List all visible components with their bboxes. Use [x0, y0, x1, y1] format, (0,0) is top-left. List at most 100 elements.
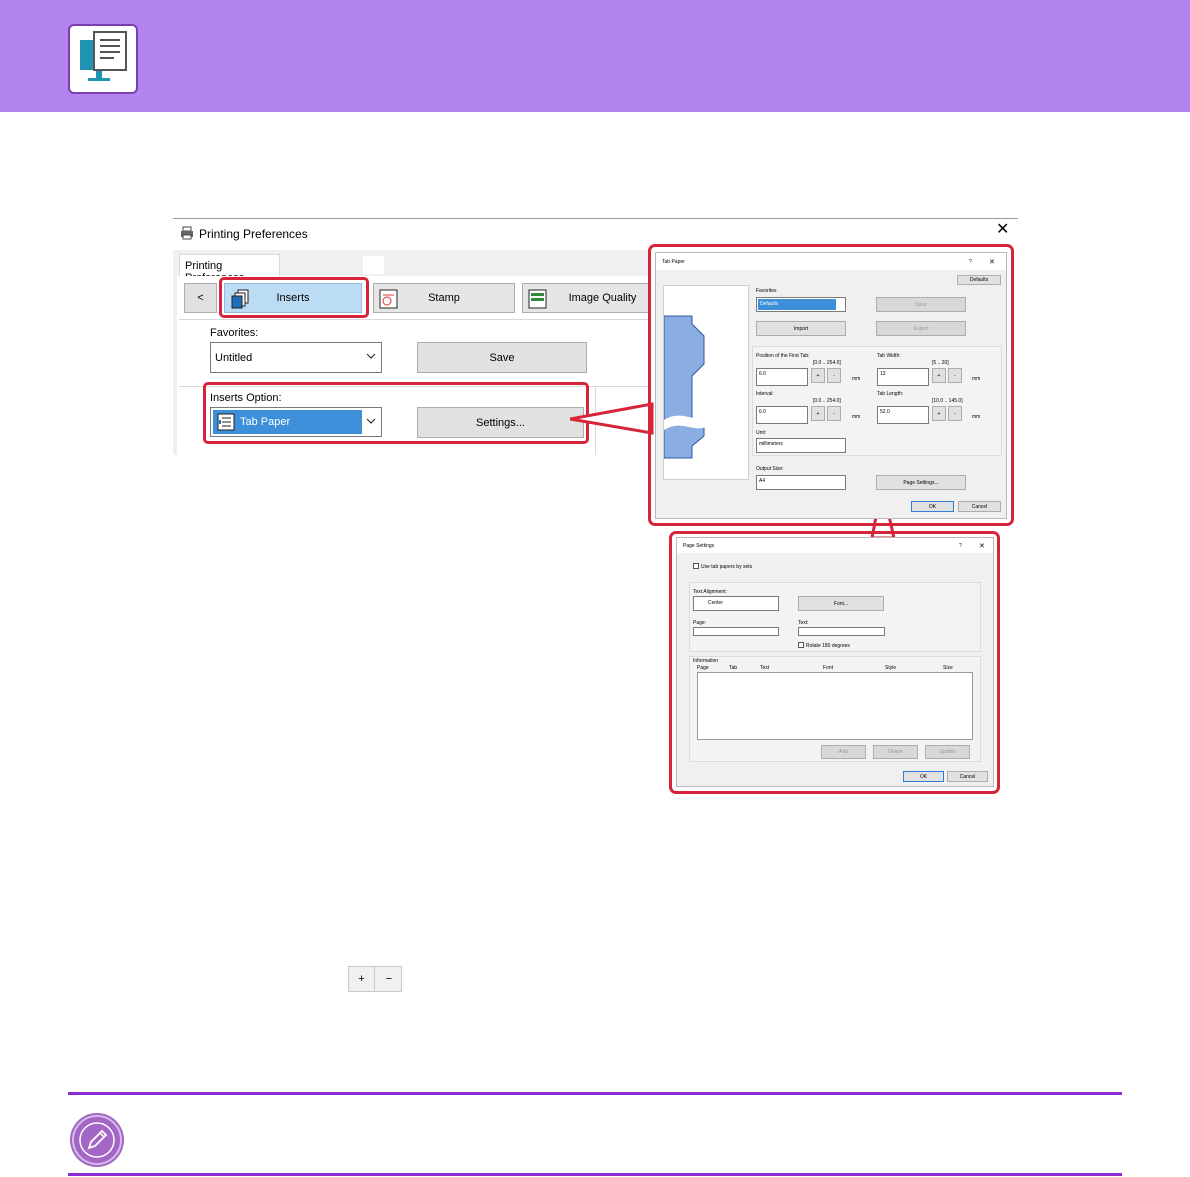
export-button[interactable]: Export [876, 321, 966, 336]
favorites-label: Favorites: [210, 327, 259, 339]
rotate-label: Rotate 180 degrees [806, 643, 850, 649]
interval-range: [0.0 .. 254.0] [813, 398, 841, 404]
interval-minus[interactable]: - [827, 406, 841, 421]
import-button[interactable]: Import [756, 321, 846, 336]
output-size-label: Output Size: [756, 466, 784, 472]
use-tab-papers-label: Use tab papers by sets [701, 564, 753, 570]
page-settings-button[interactable]: Page Settings... [876, 475, 966, 490]
tab-length-minus[interactable]: - [948, 406, 962, 421]
font-button[interactable]: Font... [798, 596, 884, 611]
window-title: Printing Preferences [199, 227, 308, 241]
interval-input[interactable]: 6.0 [756, 406, 808, 424]
rotate-checkbox[interactable] [798, 642, 804, 648]
text-alignment-select[interactable]: Center [693, 596, 779, 611]
tab-length-input[interactable]: 52.0 [877, 406, 929, 424]
tab-preview-graphic [663, 315, 712, 459]
divider [179, 319, 649, 320]
unit-label: Unit: [756, 430, 767, 436]
text-alignment-label: Text Alignment: [693, 589, 727, 595]
column-header: Style [885, 665, 897, 671]
add-button[interactable]: Add [821, 745, 866, 759]
page-label: Page: [693, 620, 707, 626]
printer-icon [180, 226, 194, 245]
first-tab-plus[interactable]: + [811, 368, 825, 383]
tab-length-plus[interactable]: + [932, 406, 946, 421]
text-label: Text: [798, 620, 809, 626]
tab-width-input[interactable]: 13 [877, 368, 929, 386]
favorites-select[interactable]: Untitled [210, 342, 382, 373]
chevron-down-icon [366, 352, 376, 362]
update-button[interactable]: Update [925, 745, 970, 759]
output-size-select[interactable]: A4 [756, 475, 846, 490]
close-icon[interactable]: ✕ [979, 542, 985, 550]
computer-print-icon [68, 24, 138, 94]
column-header: Tab [729, 665, 738, 671]
tab-width-label: Tab Width: [877, 353, 901, 359]
tab-preview [663, 285, 749, 480]
dialog-title: Tab Paper [662, 259, 685, 265]
nav-back-button[interactable]: < [184, 283, 217, 313]
first-tab-label: Position of the First Tab: [756, 353, 810, 359]
use-tab-papers-checkbox[interactable] [693, 563, 699, 569]
favorites-label: Favorites [756, 288, 777, 294]
save-button[interactable]: Save [417, 342, 587, 373]
interval-plus[interactable]: + [811, 406, 825, 421]
callout-connector [570, 402, 654, 435]
favorites-value: Defaults [758, 299, 836, 310]
first-tab-minus[interactable]: - [827, 368, 841, 383]
ok-button[interactable]: OK [911, 501, 954, 512]
highlight-inserts [219, 277, 369, 318]
category-label: Stamp [428, 292, 460, 304]
first-tab-input[interactable]: 6.0 [756, 368, 808, 386]
cancel-button[interactable]: Cancel [947, 771, 988, 782]
unit-select[interactable]: millimeters [756, 438, 846, 453]
note-bottom-line [68, 1173, 1122, 1176]
defaults-button[interactable]: Defaults [957, 275, 1001, 285]
page-input[interactable] [693, 627, 779, 636]
tab-paper-dialog: Tab Paper ? ✕ Defaults Favorites Default… [655, 252, 1007, 519]
cancel-button[interactable]: Cancel [958, 501, 1001, 512]
column-header: Text [760, 665, 770, 671]
tab-width-minus[interactable]: - [948, 368, 962, 383]
help-icon[interactable]: ? [969, 259, 972, 265]
save-button[interactable]: Save [876, 297, 966, 312]
favorites-value: Untitled [215, 352, 253, 364]
tab-width-plus[interactable]: + [932, 368, 946, 383]
tab-length-range: [10.0 .. 145.0] [932, 398, 963, 404]
favorites-select[interactable]: Defaults [756, 297, 846, 312]
unit-mm: mm [972, 414, 981, 420]
tab-length-label: Tab Length: [877, 391, 904, 397]
delete-button[interactable]: Delete [873, 745, 918, 759]
column-header: Size [943, 665, 953, 671]
minus-button[interactable]: − [376, 967, 402, 991]
interval-label: Interval: [756, 391, 774, 397]
column-header: Page [697, 665, 709, 671]
unit-mm: mm [972, 376, 981, 382]
tab-width-range: [5 .. 20] [932, 360, 949, 366]
dialog-title: Page Settings [683, 543, 715, 549]
category-image-quality[interactable]: Image Quality [522, 283, 651, 313]
tab-printing-preferences[interactable]: Printing Preferences [179, 254, 280, 284]
text-alignment-value: Center [708, 600, 724, 606]
unit-mm: mm [852, 376, 861, 382]
information-label: Information [693, 658, 719, 664]
note-top-line [68, 1092, 1122, 1095]
pencil-note-icon [72, 1115, 122, 1165]
tab-extra[interactable] [363, 256, 384, 274]
information-list[interactable] [697, 672, 973, 740]
close-icon[interactable]: ✕ [996, 222, 1009, 238]
category-label: Image Quality [568, 292, 637, 304]
text-input[interactable] [798, 627, 885, 636]
first-tab-range: [0.0 .. 254.0] [813, 360, 841, 366]
stepper: + − [348, 966, 402, 992]
plus-button[interactable]: + [349, 967, 375, 991]
ok-button[interactable]: OK [903, 771, 944, 782]
header-band [0, 0, 1190, 112]
help-icon[interactable]: ? [959, 543, 962, 549]
column-header: Font [823, 665, 834, 671]
text-group [689, 582, 981, 652]
highlight-inserts-option [203, 382, 589, 444]
close-icon[interactable]: ✕ [989, 258, 995, 266]
category-stamp[interactable]: Stamp [373, 283, 515, 313]
page-settings-dialog: Page Settings ? ✕ Use tab papers by sets… [676, 537, 994, 787]
